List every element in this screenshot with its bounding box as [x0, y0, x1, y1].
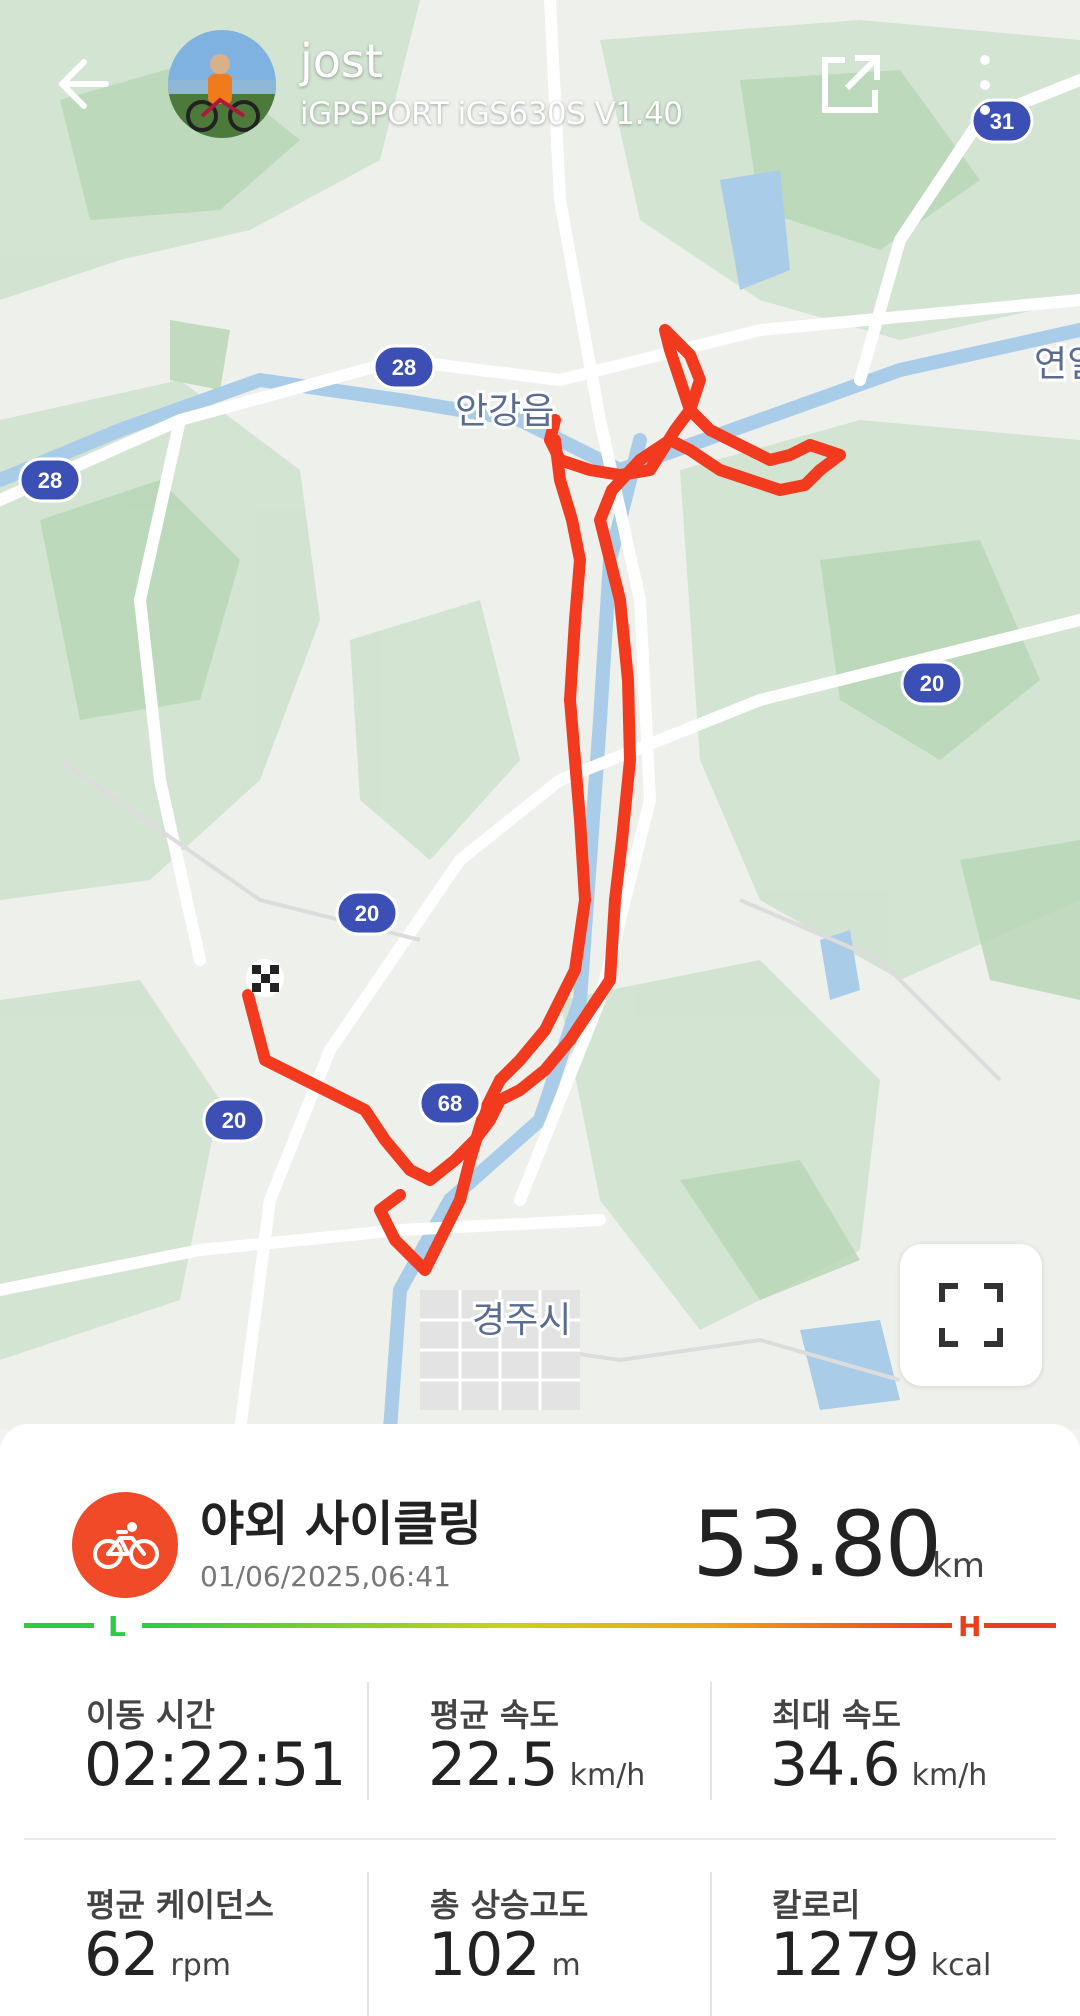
avatar[interactable]: [168, 30, 276, 138]
stat-value-avg-speed: 22.5 km/h: [428, 1730, 646, 1800]
road-badge: 20: [900, 660, 964, 706]
divider: [367, 1682, 369, 1800]
share-icon[interactable]: [815, 50, 885, 120]
activity-datetime: 01/06/2025,06:41: [200, 1560, 451, 1593]
low-marker: L: [108, 1610, 126, 1643]
svg-text:20: 20: [355, 901, 379, 926]
road-badge: 68: [418, 1080, 482, 1126]
finish-flag-icon: [246, 959, 284, 997]
road-badge: 20: [202, 1097, 266, 1143]
road-badge: 20: [335, 890, 399, 936]
activity-name: 야외 사이클링: [200, 1496, 482, 1552]
place-label: 안강읍: [455, 391, 554, 432]
cycling-badge: [72, 1492, 178, 1598]
device-name: iGPSPORT iGS630S V1.40: [300, 96, 683, 132]
place-label: 경주시: [472, 1300, 571, 1341]
distance-value: 53.80: [692, 1492, 942, 1597]
road-badge: 28: [372, 344, 436, 390]
distance-unit: km: [932, 1546, 985, 1586]
high-marker: H: [958, 1610, 981, 1643]
stat-value-avg-cadence: 62 rpm: [84, 1920, 231, 1990]
divider: [367, 1872, 369, 2016]
divider: [710, 1872, 712, 2016]
route-map[interactable]: 28 28 31 20 20 20 68 안강읍 경주시 연일: [0, 0, 1080, 1430]
svg-text:28: 28: [38, 468, 62, 493]
stat-value-calories: 1279 kcal: [770, 1920, 992, 1990]
top-bar: jost iGPSPORT iGS630S V1.40: [0, 0, 1080, 200]
place-label: 연일: [1034, 344, 1080, 385]
intensity-gradient-bar: L H: [24, 1610, 1056, 1643]
back-arrow-icon[interactable]: [50, 44, 130, 124]
stat-value-moving-time: 02:22:51: [84, 1730, 346, 1800]
road-badge: 28: [18, 457, 82, 503]
stat-value-max-speed: 34.6 km/h: [770, 1730, 988, 1800]
username: jost: [300, 34, 383, 88]
divider: [710, 1682, 712, 1800]
stat-value-elevation-gain: 102 m: [428, 1920, 581, 1990]
svg-text:20: 20: [222, 1108, 246, 1133]
bicycle-icon: [93, 1522, 159, 1569]
svg-text:28: 28: [392, 355, 416, 380]
more-options-icon[interactable]: [970, 50, 1000, 120]
fullscreen-icon: [939, 1283, 1003, 1347]
fullscreen-button[interactable]: [900, 1244, 1042, 1386]
divider: [24, 1838, 1056, 1840]
svg-text:20: 20: [920, 671, 944, 696]
svg-text:68: 68: [438, 1091, 462, 1116]
